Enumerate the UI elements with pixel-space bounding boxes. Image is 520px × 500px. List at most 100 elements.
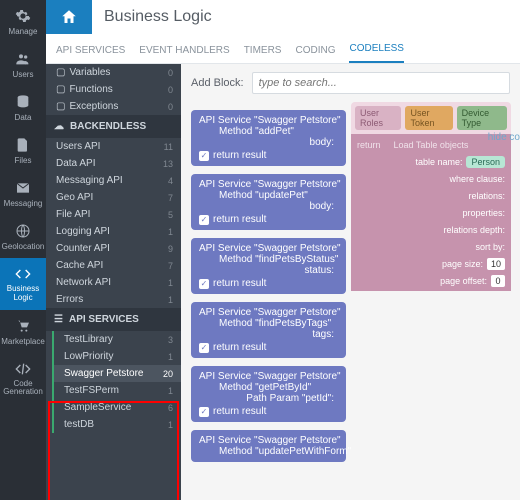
nav-codegen[interactable]: Code Generation [0,353,46,405]
side-panel: ▢Variables0 ▢Functions0 ▢Exceptions0 ☁BA… [46,64,181,500]
tab-coding[interactable]: CODING [295,45,335,63]
tab-codeless[interactable]: CODELESS [349,43,403,63]
block-return: ✓return result [199,214,338,225]
block-title: API Service "Swagger Petstore" [199,179,338,190]
block-method: Method "addPet" [199,126,338,137]
nav-manage[interactable]: Manage [0,0,46,43]
api-block-4[interactable]: API Service "Swagger Petstore"Method "ge… [191,366,346,422]
tree-counter-api[interactable]: Counter API9 [46,240,181,257]
generate-icon [14,360,32,378]
pill-roles[interactable]: User Roles [355,106,401,130]
tree-exceptions[interactable]: ▢Exceptions0 [46,98,181,115]
block-slot: Path Param "petId": [199,393,338,404]
add-block-label: Add Block: [191,77,244,89]
svc-testlibrary[interactable]: TestLibrary3 [52,331,181,348]
block-method: Method "findPetsByStatus" [199,254,338,265]
person-tag[interactable]: Person [466,156,505,168]
block-return: ✓return result [199,278,338,289]
nav-business-logic[interactable]: Business Logic [0,258,46,310]
block-slot: status: [199,265,338,276]
tree-cache-api[interactable]: Cache API7 [46,257,181,274]
check-icon: ✓ [199,215,209,225]
nav-data[interactable]: Data [0,86,46,129]
nav-geolocation[interactable]: Geolocation [0,215,46,258]
code-icon [14,265,32,283]
tree-errors[interactable]: Errors1 [46,291,181,308]
home-button[interactable] [46,0,92,34]
tree-users-api[interactable]: Users API11 [46,138,181,155]
tree-network-api[interactable]: Network API1 [46,274,181,291]
database-icon [14,93,32,111]
tab-timers[interactable]: TIMERS [244,45,282,63]
api-block-3[interactable]: API Service "Swagger Petstore"Method "fi… [191,302,346,358]
nav-files[interactable]: Files [0,129,46,172]
block-method: Method "getPetById" [199,382,338,393]
hide-link[interactable]: hide co [488,132,520,143]
page-size-value[interactable]: 10 [487,258,505,270]
envelope-icon [14,179,32,197]
svc-sampleservice[interactable]: SampleService6 [52,399,181,416]
tree-functions[interactable]: ▢Functions0 [46,81,181,98]
block-title: API Service "Swagger Petstore" [199,115,338,126]
section-api-services[interactable]: ☰API SERVICES [46,308,181,331]
block-title: API Service "Swagger Petstore" [199,243,338,254]
nav-users[interactable]: Users [0,43,46,86]
check-icon: ✓ [199,279,209,289]
tree-messaging-api[interactable]: Messaging API4 [46,172,181,189]
tree-variables[interactable]: ▢Variables0 [46,64,181,81]
box-icon: ▢ [56,101,65,112]
block-title: API Service "Swagger Petstore" [199,435,338,446]
check-icon: ✓ [199,151,209,161]
files-icon [14,136,32,154]
block-title: API Service "Swagger Petstore" [199,371,338,382]
block-method: Method "updatePetWithForm" [199,446,338,457]
add-block-bar: Add Block: [181,64,520,102]
cart-icon [14,317,32,335]
main-canvas: Add Block: User Roles User Token Device … [181,64,520,500]
block-return: ✓return result [199,406,338,417]
api-block-1[interactable]: API Service "Swagger Petstore"Method "up… [191,174,346,230]
section-backendless[interactable]: ☁BACKENDLESS [46,115,181,138]
nav-messaging[interactable]: Messaging [0,172,46,215]
svc-swagger-petstore[interactable]: Swagger Petstore20 [52,365,181,382]
tree-geo-api[interactable]: Geo API7 [46,189,181,206]
check-icon: ✓ [199,343,209,353]
block-return: ✓return result [199,342,338,353]
tabs: API SERVICES EVENT HANDLERS TIMERS CODIN… [46,34,520,64]
role-card[interactable]: User Roles User Token Device Type return… [351,102,511,291]
svc-lowpriority[interactable]: LowPriority1 [52,348,181,365]
svc-testfsperm[interactable]: TestFSPerm1 [52,382,181,399]
block-method: Method "findPetsByTags" [199,318,338,329]
tree-file-api[interactable]: File API5 [46,206,181,223]
tab-api-services[interactable]: API SERVICES [56,45,125,63]
pill-user-token[interactable]: User Token [405,106,452,130]
block-slot: tags: [199,329,338,340]
check-icon: ✓ [199,407,209,417]
tree-logging-api[interactable]: Logging API1 [46,223,181,240]
page-title: Business Logic [92,0,224,34]
page-offset-value[interactable]: 0 [491,275,505,287]
header: Business Logic [46,0,520,34]
api-block-2[interactable]: API Service "Swagger Petstore"Method "fi… [191,238,346,294]
gear-icon [14,7,32,25]
block-method: Method "updatePet" [199,190,338,201]
users-icon [14,50,32,68]
tree-data-api[interactable]: Data API13 [46,155,181,172]
block-title: API Service "Swagger Petstore" [199,307,338,318]
api-block-0[interactable]: API Service "Swagger Petstore"Method "ad… [191,110,346,166]
block-slot: body: [199,201,338,212]
list-icon: ☰ [54,314,63,325]
box-icon: ▢ [56,84,65,95]
globe-icon [14,222,32,240]
nav-marketplace[interactable]: Marketplace [0,310,46,353]
pill-device-type[interactable]: Device Type [457,106,507,130]
cloud-icon: ☁ [54,121,64,132]
svc-testdb[interactable]: testDB1 [52,416,181,433]
left-nav: Manage Users Data Files Messaging Geoloc… [0,0,46,500]
tab-event-handlers[interactable]: EVENT HANDLERS [139,45,229,63]
block-slot: body: [199,137,338,148]
api-block-5[interactable]: API Service "Swagger Petstore"Method "up… [191,430,346,462]
block-return: ✓return result [199,150,338,161]
search-input[interactable] [252,72,510,94]
box-icon: ▢ [56,67,65,78]
